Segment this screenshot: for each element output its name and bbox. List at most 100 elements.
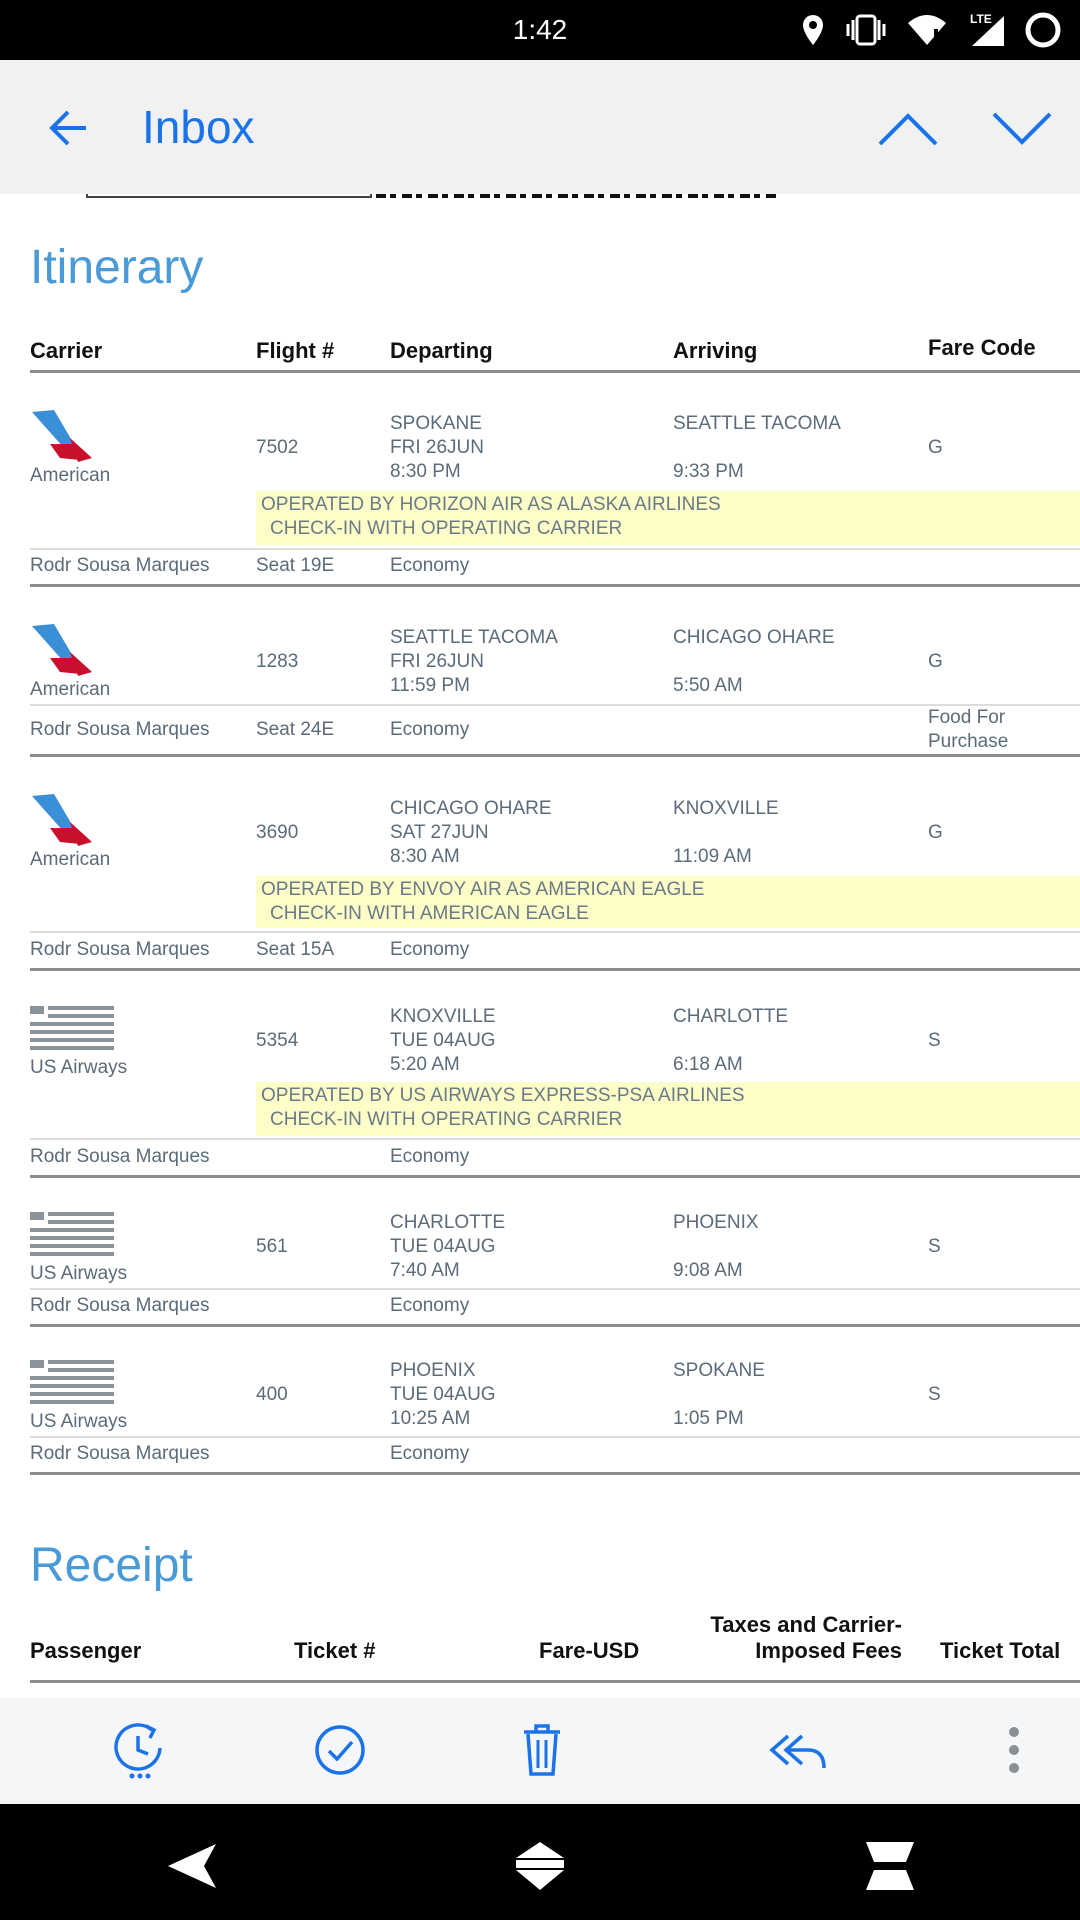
departure-time: 7:40 AM	[390, 1260, 460, 1281]
arrival-time: 6:18 AM	[673, 1054, 743, 1075]
more-options-icon[interactable]	[984, 1720, 1044, 1780]
passenger-name: Rodr Sousa Marques	[30, 1146, 210, 1167]
carrier-name: American	[30, 679, 111, 700]
fare-code: S	[928, 1384, 941, 1405]
row-divider	[30, 548, 1080, 550]
departure-date: TUE 04AUG	[390, 1236, 496, 1257]
cabin-class: Economy	[390, 939, 470, 960]
chevron-down-icon[interactable]	[990, 104, 1054, 152]
header-arriving: Arriving	[673, 338, 758, 363]
battery-icon	[1025, 12, 1061, 48]
flight-number: 5354	[256, 1030, 299, 1051]
header-divider	[30, 370, 1080, 373]
mark-done-icon[interactable]	[310, 1720, 370, 1780]
header-departing: Departing	[390, 338, 493, 363]
departure-time: 10:25 AM	[390, 1408, 471, 1429]
nav-back-icon[interactable]	[164, 1840, 220, 1892]
departure-date: FRI 26JUN	[390, 651, 484, 672]
passenger-name: Rodr Sousa Marques	[30, 1443, 210, 1464]
arrival-city: CHARLOTTE	[673, 1006, 789, 1027]
fare-code: G	[928, 437, 943, 458]
departure-time: 5:20 AM	[390, 1054, 460, 1075]
signal-icon: LTE	[970, 12, 1004, 46]
departure-city: SPOKANE	[390, 413, 482, 434]
arrival-time: 11:09 AM	[673, 846, 752, 867]
chevron-up-icon[interactable]	[876, 104, 940, 152]
system-nav-bar	[0, 1804, 1080, 1920]
notice-line-1: OPERATED BY US AIRWAYS EXPRESS-PSA AIRLI…	[261, 1085, 745, 1106]
cabin-class: Economy	[390, 1295, 470, 1316]
carrier-name: US Airways	[30, 1057, 128, 1078]
fare-code: G	[928, 651, 943, 672]
flight-divider	[30, 968, 1080, 971]
arrival-time: 9:33 PM	[673, 461, 744, 482]
departure-date: TUE 04AUG	[390, 1030, 496, 1051]
departure-city: CHICAGO OHARE	[390, 798, 552, 819]
receipt-header-passenger: Passenger	[30, 1638, 142, 1663]
network-label: LTE	[970, 12, 992, 26]
american-airlines-logo	[32, 410, 92, 462]
carrier-name: American	[30, 465, 111, 486]
snooze-icon[interactable]	[110, 1720, 170, 1780]
departure-city: CHARLOTTE	[390, 1212, 506, 1233]
flight-number: 400	[256, 1384, 288, 1405]
receipt-header-taxes-line-2: Imposed Fees	[755, 1638, 902, 1663]
passenger-name: Rodr Sousa Marques	[30, 939, 210, 960]
location-icon	[803, 15, 823, 45]
row-divider	[30, 931, 1080, 933]
carrier-name: US Airways	[30, 1411, 128, 1432]
flight-divider	[30, 1472, 1080, 1475]
header-carrier: Carrier	[30, 338, 103, 363]
wifi-icon	[908, 15, 946, 45]
seat: Seat 15A	[256, 939, 335, 960]
seat: Seat 19E	[256, 555, 335, 576]
back-arrow-icon[interactable]	[40, 100, 96, 156]
cabin-class: Economy	[390, 719, 470, 740]
notice-line-1: OPERATED BY ENVOY AIR AS AMERICAN EAGLE	[261, 879, 705, 900]
flight-number: 561	[256, 1236, 288, 1257]
row-divider	[30, 1288, 1080, 1290]
status-bar: 1:42 LTE	[0, 0, 1080, 60]
cabin-class: Economy	[390, 1443, 470, 1464]
departure-date: FRI 26JUN	[390, 437, 484, 458]
notice-line-2: CHECK-IN WITH OPERATING CARRIER	[270, 518, 623, 539]
us-airways-logo	[30, 1212, 114, 1256]
departure-time: 8:30 AM	[390, 846, 460, 867]
receipt-header-divider	[30, 1680, 1080, 1683]
barcode-box	[86, 194, 372, 198]
notice-line-1: OPERATED BY HORIZON AIR AS ALASKA AIRLIN…	[261, 494, 721, 515]
app-bar: Inbox	[0, 60, 1080, 194]
page-title: Inbox	[142, 101, 255, 153]
row-divider	[30, 1138, 1080, 1140]
arrival-time: 5:50 AM	[673, 675, 743, 696]
nav-recents-icon[interactable]	[862, 1840, 918, 1892]
flight-divider	[30, 584, 1080, 587]
arrival-city: KNOXVILLE	[673, 798, 779, 819]
notice-line-2: CHECK-IN WITH OPERATING CARRIER	[270, 1109, 623, 1130]
nav-home-icon[interactable]	[512, 1840, 568, 1892]
header-flight: Flight #	[256, 338, 335, 363]
flight-number: 3690	[256, 822, 299, 843]
email-content[interactable]: Itinerary Carrier Flight # Departing Arr…	[0, 194, 1080, 1698]
seat: Seat 24E	[256, 719, 335, 740]
arrival-city: PHOENIX	[673, 1212, 759, 1233]
meal-info-line-1: Food For	[928, 707, 1006, 728]
arrival-city: SPOKANE	[673, 1360, 765, 1381]
departure-date: SAT 27JUN	[390, 822, 489, 843]
departure-date: TUE 04AUG	[390, 1384, 496, 1405]
row-divider	[30, 704, 1080, 706]
cabin-class: Economy	[390, 555, 470, 576]
american-airlines-logo	[32, 624, 92, 676]
arrival-city: SEATTLE TACOMA	[673, 413, 841, 434]
status-icons: LTE	[800, 12, 1062, 48]
departure-time: 8:30 PM	[390, 461, 461, 482]
row-divider	[30, 1436, 1080, 1438]
departure-city: KNOXVILLE	[390, 1006, 496, 1027]
delete-icon[interactable]	[512, 1720, 572, 1780]
receipt-header-total: Ticket Total	[940, 1638, 1061, 1663]
reply-all-icon[interactable]	[768, 1720, 828, 1780]
receipt-header-fare: Fare-USD	[539, 1638, 640, 1663]
cabin-class: Economy	[390, 1146, 470, 1167]
flight-divider	[30, 1324, 1080, 1327]
barcode	[376, 194, 780, 198]
